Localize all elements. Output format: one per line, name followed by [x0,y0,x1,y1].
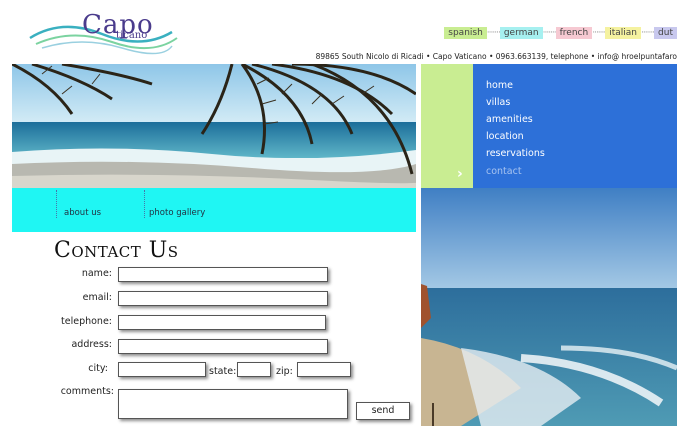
logo-subtext: ticano [116,30,148,41]
lang-german[interactable]: german [499,27,543,39]
menu-item-amenities[interactable]: amenities [486,114,533,125]
divider: ······· [592,28,606,38]
lang-french[interactable]: french [555,27,593,39]
address-label: address: [71,339,112,350]
lang-spanish[interactable]: spanish [444,27,487,39]
comments-textarea[interactable] [118,389,348,419]
address-field[interactable] [118,339,328,354]
state-label: state: [209,366,237,377]
menu-item-home[interactable]: home [486,80,513,91]
telephone-label: telephone: [61,316,112,327]
comments-label: comments: [60,386,114,397]
divider: ······· [641,28,655,38]
divider: ······· [486,28,501,38]
lang-italian[interactable]: italian [605,27,642,39]
nav-accent-strip [421,64,473,188]
shoreline-image [421,188,677,426]
lang-dutch[interactable]: dut [654,27,677,39]
address-line: 89865 South Nicolo di Ricadi • Capo Vati… [315,52,677,61]
chevron-right-icon: › [457,166,463,182]
send-button[interactable]: send [356,402,410,420]
page-title: Contact Us [54,238,179,263]
divider [144,190,145,218]
hero-image [12,64,416,188]
zip-label: zip: [276,366,293,377]
zip-field[interactable] [297,362,351,377]
name-field[interactable] [118,267,328,282]
menu-item-location[interactable]: location [486,131,524,142]
email-label: email: [82,292,112,303]
photo-gallery-link[interactable]: photo gallery [149,208,205,218]
city-label: city: [88,363,108,374]
menu-item-contact[interactable]: contact [486,166,522,177]
about-us-link[interactable]: about us [64,208,101,218]
telephone-field[interactable] [118,315,326,330]
email-field[interactable] [118,291,328,306]
city-field[interactable] [118,362,206,377]
menu-item-villas[interactable]: villas [486,97,510,108]
divider: ······· [542,28,557,38]
menu-item-reservations[interactable]: reservations [486,148,545,159]
name-label: name: [81,268,112,279]
divider [56,190,57,218]
beach-palm-image [12,64,416,188]
site-logo[interactable]: Capo ticano [22,4,182,60]
main-menu: home villas amenities location reservati… [473,64,677,188]
state-field[interactable] [237,362,271,377]
beach-image [421,188,677,426]
subnav-bar: about us photo gallery [12,188,416,232]
language-selector: spanish ······· german ······· french ··… [444,27,677,39]
